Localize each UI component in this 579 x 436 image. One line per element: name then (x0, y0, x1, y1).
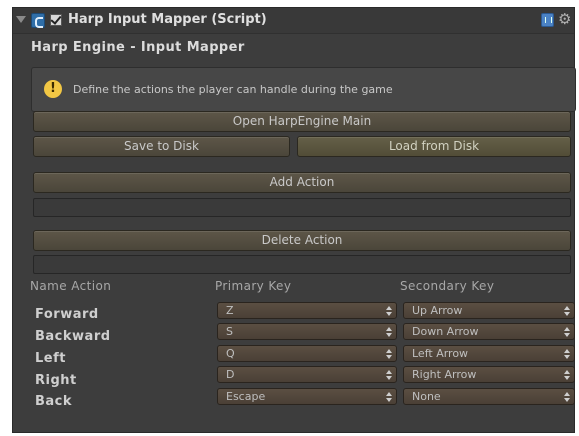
component-title: Harp Input Mapper (Script) (68, 12, 267, 27)
dropdown-arrows-icon (564, 306, 570, 316)
dropdown-value: Right Arrow (412, 368, 477, 381)
info-text: Define the actions the player can handle… (73, 83, 393, 96)
open-harpengine-main-button[interactable]: Open HarpEngine Main (33, 111, 571, 132)
action-name-forward: Forward (35, 307, 99, 322)
dropdown-arrows-icon (564, 392, 570, 402)
dropdown-arrows-icon (386, 392, 392, 402)
action-name-back: Back (35, 394, 73, 409)
info-box: ! Define the actions the player can hand… (31, 67, 576, 112)
dropdown-value: Z (226, 304, 234, 317)
column-header-primary: Primary Key (215, 279, 292, 293)
script-icon (31, 13, 45, 28)
secondary-key-dropdown-left[interactable]: Left Arrow (403, 345, 575, 362)
action-name-left: Left (35, 351, 66, 366)
dropdown-value: Down Arrow (412, 325, 479, 338)
dropdown-value: Q (226, 347, 235, 360)
add-action-button[interactable]: Add Action (33, 172, 571, 193)
primary-key-dropdown-forward[interactable]: Z (217, 302, 397, 319)
column-header-name: Name Action (30, 279, 112, 293)
secondary-key-dropdown-forward[interactable]: Up Arrow (403, 302, 575, 319)
dropdown-arrows-icon (386, 370, 392, 380)
dropdown-value: Escape (226, 390, 266, 403)
info-icon: ! (44, 80, 62, 98)
delete-action-button[interactable]: Delete Action (33, 230, 571, 251)
dropdown-value: S (226, 325, 233, 338)
primary-key-dropdown-left[interactable]: Q (217, 345, 397, 362)
add-action-field[interactable] (33, 198, 571, 217)
gear-icon[interactable]: ⚙ (558, 10, 571, 28)
dropdown-value: Up Arrow (412, 304, 463, 317)
dropdown-arrows-icon (564, 327, 570, 337)
dropdown-value: D (226, 368, 235, 381)
dropdown-arrows-icon (386, 349, 392, 359)
dropdown-arrows-icon (564, 370, 570, 380)
inspector-panel: Harp Input Mapper (Script) ⚙ Harp Engine… (12, 7, 576, 433)
primary-key-dropdown-backward[interactable]: S (217, 323, 397, 340)
delete-action-field[interactable] (33, 255, 571, 274)
section-title: Harp Engine - Input Mapper (31, 40, 245, 55)
help-icon[interactable] (541, 13, 554, 27)
dropdown-value: None (412, 390, 441, 403)
secondary-key-dropdown-right[interactable]: Right Arrow (403, 366, 575, 383)
component-header: Harp Input Mapper (Script) ⚙ (13, 8, 574, 34)
secondary-key-dropdown-backward[interactable]: Down Arrow (403, 323, 575, 340)
dropdown-arrows-icon (564, 349, 570, 359)
action-name-backward: Backward (35, 329, 111, 344)
dropdown-value: Left Arrow (412, 347, 469, 360)
component-enabled-checkbox[interactable] (50, 14, 62, 26)
dropdown-arrows-icon (386, 306, 392, 316)
dropdown-arrows-icon (386, 327, 392, 337)
secondary-key-dropdown-back[interactable]: None (403, 388, 575, 405)
primary-key-dropdown-right[interactable]: D (217, 366, 397, 383)
action-name-right: Right (35, 373, 77, 388)
primary-key-dropdown-back[interactable]: Escape (217, 388, 397, 405)
load-from-disk-button[interactable]: Load from Disk (297, 136, 571, 157)
column-header-secondary: Secondary Key (400, 279, 495, 293)
save-to-disk-button[interactable]: Save to Disk (33, 136, 290, 157)
foldout-arrow-icon[interactable] (16, 16, 26, 23)
